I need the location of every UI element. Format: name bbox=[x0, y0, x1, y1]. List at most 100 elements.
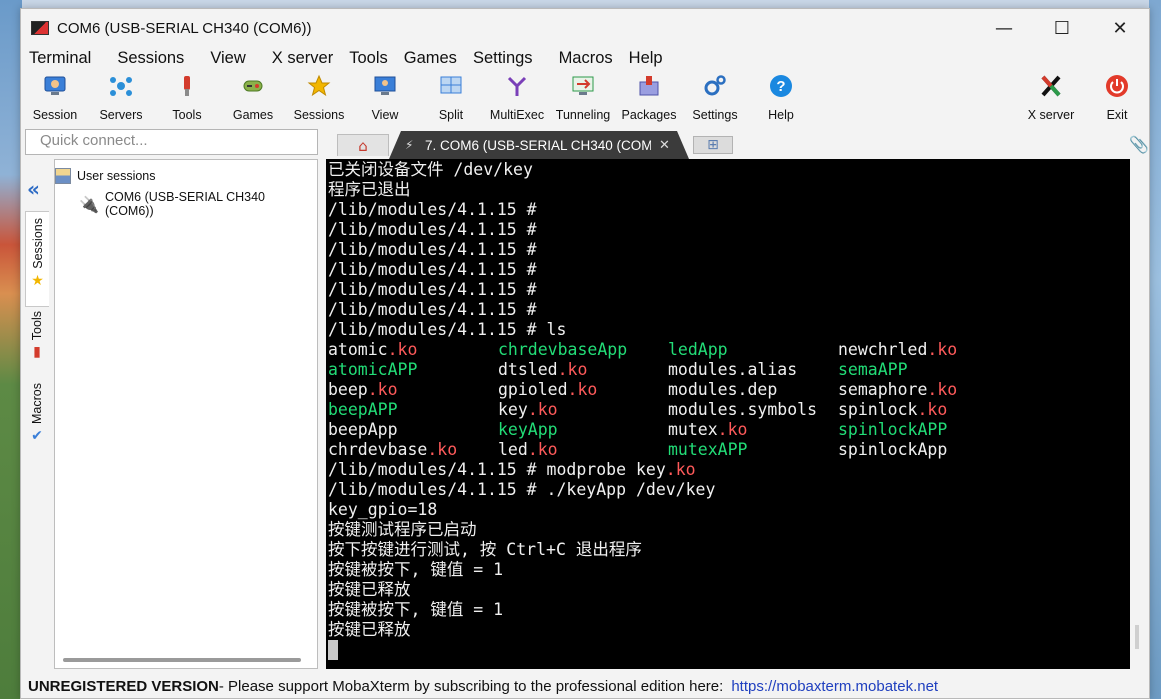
ls-entry-ext: .ko bbox=[927, 380, 958, 399]
ls-entry: key.ko bbox=[498, 400, 668, 420]
ls-entry-ext: .ko bbox=[927, 340, 958, 359]
terminal-line: /lib/modules/4.1.15 # ./keyApp /dev/key bbox=[328, 480, 716, 499]
toolbar: Session Servers Tools Games Sessions Vie… bbox=[21, 71, 1149, 127]
terminal-line: /lib/modules/4.1.15 # bbox=[328, 300, 537, 319]
tools-button[interactable]: Tools bbox=[154, 73, 220, 125]
tab-close-icon[interactable]: ✕ bbox=[659, 138, 670, 153]
desktop-background-right bbox=[1149, 0, 1161, 699]
sessions-panel: User sessions 🔌 COM6 (USB-SERIAL CH340 (… bbox=[54, 159, 318, 669]
maximize-button[interactable]: ☐ bbox=[1033, 9, 1091, 47]
tree-user-sessions[interactable]: User sessions bbox=[55, 168, 156, 184]
tools-icon bbox=[174, 73, 200, 99]
paperclip-icon[interactable]: 📎 bbox=[1129, 135, 1149, 154]
help-button[interactable]: ? Help bbox=[748, 73, 814, 125]
xserver-icon bbox=[1038, 73, 1064, 99]
tab-com6[interactable]: ⚡ 7. COM6 (USB-SERIAL CH340 (COM6)) ✕ bbox=[389, 131, 689, 159]
close-button[interactable]: ✕ bbox=[1091, 9, 1149, 47]
ls-entry: mutex.ko bbox=[668, 420, 838, 440]
terminal-scrollbar[interactable] bbox=[1135, 625, 1139, 649]
user-sessions-icon bbox=[55, 168, 71, 184]
ls-entry-name: beep bbox=[328, 380, 368, 399]
ls-entry-ext: .ko bbox=[567, 380, 598, 399]
ls-row: chrdevbase.ko led.ko mutexAPP spinlockApp bbox=[328, 440, 1130, 460]
games-button[interactable]: Games bbox=[220, 73, 286, 125]
mobaxterm-window: COM6 (USB-SERIAL CH340 (COM6)) — ☐ ✕ Ter… bbox=[20, 8, 1150, 699]
multiexec-button[interactable]: MultiExec bbox=[484, 73, 550, 125]
ls-entry-ext: .ko bbox=[427, 440, 458, 459]
ls-entry: gpioled.ko bbox=[498, 380, 668, 400]
settings-icon bbox=[702, 73, 728, 99]
ls-entry-name: semaphore bbox=[838, 380, 928, 399]
mobaxterm-link[interactable]: https://mobaxterm.mobatek.net bbox=[731, 678, 938, 695]
menu-help[interactable]: Help bbox=[621, 49, 671, 68]
ls-entry-name: newchrled bbox=[838, 340, 928, 359]
svg-text:?: ? bbox=[776, 78, 785, 95]
packages-button[interactable]: Packages bbox=[616, 73, 682, 125]
menu-tools[interactable]: Tools bbox=[341, 49, 396, 68]
ls-entry-name: chrdevbaseApp bbox=[498, 340, 628, 359]
new-tab-button[interactable]: ⊞ bbox=[693, 136, 733, 154]
ls-entry-name: key bbox=[498, 400, 528, 419]
minimize-button[interactable]: — bbox=[975, 9, 1033, 47]
status-bar: UNREGISTERED VERSION - Please support Mo… bbox=[21, 674, 1149, 698]
side-tabs: « Sessions ★ Tools ▮ Macros ✔ bbox=[21, 159, 53, 681]
ls-entry-ext: .ko bbox=[527, 440, 558, 459]
ls-entry-name: modules.alias bbox=[668, 360, 798, 379]
ls-entry: semaphore.ko bbox=[838, 380, 1008, 400]
ls-entry: mutexAPP bbox=[668, 440, 838, 460]
terminal-line: 按键已释放 bbox=[328, 580, 411, 599]
star-icon: ★ bbox=[31, 272, 44, 289]
terminal-line: 已关闭设备文件 /dev/key bbox=[328, 160, 533, 179]
side-tab-macros[interactable]: Macros ✔ bbox=[25, 383, 49, 459]
terminal-line: 按键被按下, 键值 = 1 bbox=[328, 600, 504, 619]
menu-settings[interactable]: Settings bbox=[465, 49, 541, 68]
ls-entry: keyApp bbox=[498, 420, 668, 440]
multiexec-icon bbox=[504, 73, 530, 99]
home-tab[interactable]: ⌂ bbox=[337, 134, 389, 156]
ls-entry: semaAPP bbox=[838, 360, 1008, 380]
tab-strip: ⌂ ⚡ 7. COM6 (USB-SERIAL CH340 (COM6)) ✕ … bbox=[331, 129, 1149, 159]
terminal-output[interactable]: 已关闭设备文件 /dev/key 程序已退出/lib/modules/4.1.15… bbox=[326, 159, 1130, 669]
ls-row: beepAPP key.ko modules.symbols spinlock.ko bbox=[328, 400, 1130, 420]
ls-entry-name: mutexAPP bbox=[668, 440, 748, 459]
ls-entry-name: modules.symbols bbox=[668, 400, 818, 419]
quick-connect-input[interactable]: Quick connect... bbox=[25, 129, 318, 155]
ls-entry: spinlock.ko bbox=[838, 400, 1008, 420]
ls-entry-name: spinlock bbox=[838, 400, 918, 419]
ls-entry-ext: .ko bbox=[367, 380, 398, 399]
session-button[interactable]: Session bbox=[22, 73, 88, 125]
view-button[interactable]: View bbox=[352, 73, 418, 125]
menu-macros[interactable]: Macros bbox=[541, 49, 621, 68]
ls-entry-name: ledApp bbox=[668, 340, 728, 359]
side-tab-sessions[interactable]: Sessions ★ bbox=[25, 211, 49, 307]
collapse-sidebar-icon[interactable]: « bbox=[27, 177, 40, 201]
menu-terminal[interactable]: Terminal bbox=[21, 49, 99, 68]
games-icon bbox=[240, 73, 266, 99]
menu-sessions[interactable]: Sessions bbox=[99, 49, 192, 68]
ls-entry: modules.dep bbox=[668, 380, 838, 400]
servers-button[interactable]: Servers bbox=[88, 73, 154, 125]
x-server-button[interactable]: X server bbox=[1018, 73, 1084, 125]
split-button[interactable]: Split bbox=[418, 73, 484, 125]
ls-entry-name: atomicAPP bbox=[328, 360, 418, 379]
terminal-line: /lib/modules/4.1.15 # bbox=[328, 200, 537, 219]
title-bar: COM6 (USB-SERIAL CH340 (COM6)) — ☐ ✕ bbox=[21, 9, 1149, 47]
horizontal-scrollbar[interactable] bbox=[63, 658, 301, 662]
ls-entry-ext: .ko bbox=[557, 360, 588, 379]
tunneling-button[interactable]: Tunneling bbox=[550, 73, 616, 125]
ls-row: beepApp keyApp mutex.ko spinlockAPP bbox=[328, 420, 1130, 440]
desktop-background-left bbox=[0, 0, 22, 699]
menu-games[interactable]: Games bbox=[396, 49, 465, 68]
menu-x-server[interactable]: X server bbox=[254, 49, 341, 68]
serial-plug-icon: ⚡ bbox=[405, 138, 414, 152]
exit-button[interactable]: Exit bbox=[1084, 73, 1150, 125]
terminal-line: /lib/modules/4.1.15 # bbox=[328, 260, 537, 279]
tunneling-icon bbox=[570, 73, 596, 99]
terminal-line: key_gpio=18 bbox=[328, 500, 438, 519]
menu-view[interactable]: View bbox=[192, 49, 253, 68]
ls-entry: atomicAPP bbox=[328, 360, 498, 380]
sessions-button[interactable]: Sessions bbox=[286, 73, 352, 125]
settings-button[interactable]: Settings bbox=[682, 73, 748, 125]
side-tab-tools[interactable]: Tools ▮ bbox=[25, 311, 49, 377]
tree-session-com6[interactable]: 🔌 COM6 (USB-SERIAL CH340 (COM6)) bbox=[79, 190, 317, 218]
